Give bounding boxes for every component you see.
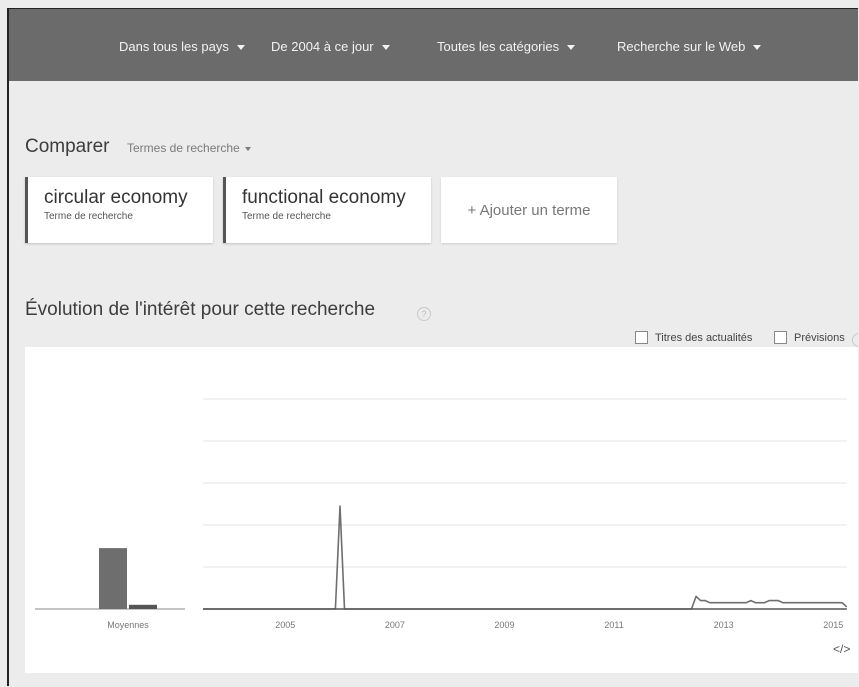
chevron-down-icon <box>567 45 576 51</box>
x-tick-label: 2015 <box>823 620 843 630</box>
interest-chart: Moyennes 2005 2007 2009 2011 2013 2015 </> <box>35 398 850 656</box>
help-icon[interactable] <box>852 333 858 347</box>
compare-title: Comparer <box>25 136 110 157</box>
checkbox-icon[interactable] <box>635 331 648 344</box>
filter-category[interactable]: Toutes les catégories <box>437 39 576 54</box>
averages-label: Moyennes <box>107 620 149 630</box>
filter-search-type-label: Recherche sur le Web <box>617 39 746 54</box>
x-tick-label: 2009 <box>494 620 514 630</box>
term-name: circular economy <box>44 187 188 208</box>
averages-bars: Moyennes <box>99 548 157 630</box>
filter-country-label: Dans tous les pays <box>119 39 229 54</box>
average-bar-circular-economy <box>99 548 127 609</box>
app-frame: Dans tous les pays De 2004 à ce jour Tou… <box>7 8 858 686</box>
filter-date-label: De 2004 à ce jour <box>271 39 374 54</box>
news-headlines-option[interactable]: Titres des actualités <box>635 331 752 344</box>
filter-category-label: Toutes les catégories <box>437 39 560 54</box>
chart-grid <box>35 398 847 610</box>
chevron-down-icon <box>236 45 245 51</box>
x-tick-label: 2011 <box>604 620 623 630</box>
compare-type-dropdown[interactable]: Termes de recherche <box>127 141 251 155</box>
term-name: functional economy <box>242 187 406 208</box>
x-tick-labels: 2005 2007 2009 2011 2013 2015 <box>275 620 843 630</box>
filter-search-type[interactable]: Recherche sur le Web <box>617 39 762 54</box>
term-subtitle: Terme de recherche <box>242 211 331 222</box>
term-card-circular-economy[interactable]: circular economy Terme de recherche <box>25 177 213 243</box>
section-title: Évolution de l'intérêt pour cette recher… <box>25 299 376 320</box>
forecast-option[interactable]: Prévisions <box>774 331 845 344</box>
x-tick-label: 2007 <box>385 620 405 630</box>
chevron-down-icon <box>244 146 251 151</box>
embed-code-icon[interactable]: </> <box>833 642 850 656</box>
average-bar-functional-economy <box>129 604 157 609</box>
news-headlines-label: Titres des actualités <box>655 331 753 344</box>
chevron-down-icon <box>753 45 762 51</box>
checkbox-icon[interactable] <box>774 331 787 344</box>
filter-date-range[interactable]: De 2004 à ce jour <box>271 39 390 54</box>
series-lines <box>203 505 848 610</box>
filter-bar: Dans tous les pays De 2004 à ce jour Tou… <box>9 9 858 81</box>
help-icon[interactable]: ? <box>417 307 431 321</box>
series-line-circular-economy <box>203 505 848 610</box>
chevron-down-icon <box>381 45 390 51</box>
filter-country[interactable]: Dans tous les pays <box>119 39 245 54</box>
compare-type-label: Termes de recherche <box>127 141 240 155</box>
term-card-functional-economy[interactable]: functional economy Terme de recherche <box>223 177 431 243</box>
x-tick-label: 2005 <box>275 620 295 630</box>
forecast-label: Prévisions <box>794 331 845 344</box>
add-term-button[interactable]: + Ajouter un terme <box>441 177 617 243</box>
term-subtitle: Terme de recherche <box>44 211 133 222</box>
x-tick-label: 2013 <box>714 620 734 630</box>
interest-chart-panel: Moyennes 2005 2007 2009 2011 2013 2015 </> <box>25 347 858 673</box>
